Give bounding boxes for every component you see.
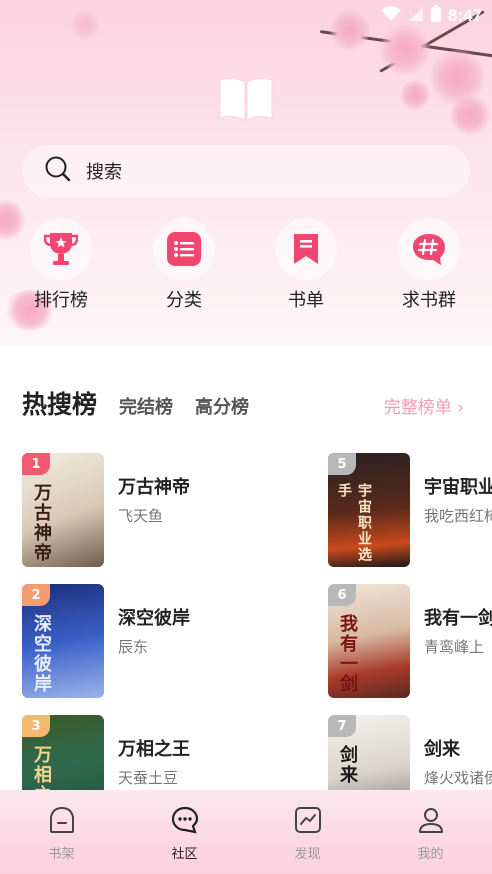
book-author: 天蚕土豆	[118, 769, 179, 787]
list-item[interactable]: 宇宙职业选手 5 宇宙职业 我吃西红柿	[328, 453, 492, 569]
nav-community[interactable]: 社区	[123, 790, 246, 874]
search-placeholder: 搜索	[86, 162, 122, 183]
quick-link-label: 书单	[288, 290, 324, 311]
bookshelf-icon	[47, 805, 77, 839]
trend-chart-icon	[293, 805, 323, 839]
search-icon	[44, 155, 72, 187]
hashtag-chat-icon	[398, 218, 460, 280]
book-cover: 深空彼岸 2	[22, 584, 104, 698]
quick-link-label: 排行榜	[34, 290, 88, 311]
clock: 8:47	[447, 6, 482, 25]
wifi-icon	[380, 6, 402, 26]
rank-badge: 1	[22, 453, 50, 475]
book-author: 辰东	[118, 638, 149, 656]
book-cover: 万古神帝 1	[22, 453, 104, 567]
book-author: 我吃西红柿	[424, 507, 492, 525]
ranking-list: 万古神帝 1 万古神帝 飞天鱼 深空彼岸 2 深空彼岸 辰东 万相之王 3 万相…	[0, 0, 492, 874]
nav-label: 我的	[417, 846, 444, 862]
rank-badge: 2	[22, 584, 50, 606]
trophy-icon	[30, 218, 92, 280]
book-title: 宇宙职业	[424, 477, 492, 498]
nav-label: 发现	[294, 846, 321, 862]
open-book-icon	[216, 74, 276, 122]
rank-badge: 6	[328, 584, 356, 606]
list-item[interactable]: 深空彼岸 2 深空彼岸 辰东	[22, 584, 322, 700]
nav-label: 社区	[171, 846, 198, 862]
quick-link-ranking[interactable]: 排行榜	[16, 218, 106, 312]
list-item[interactable]: 我有一剑 6 我有一剑 青鸾峰上	[328, 584, 492, 700]
person-icon	[416, 805, 446, 839]
quick-link-category[interactable]: 分类	[139, 218, 229, 312]
book-author: 烽火戏诸侯	[424, 769, 492, 787]
search-input[interactable]: 搜索	[22, 145, 470, 197]
nav-discover[interactable]: 发现	[246, 790, 369, 874]
quick-link-booklist[interactable]: 书单	[261, 218, 351, 312]
book-title: 万古神帝	[118, 477, 190, 498]
quick-link-book-group[interactable]: 求书群	[384, 218, 474, 312]
list-item[interactable]: 万古神帝 1 万古神帝 飞天鱼	[22, 453, 322, 569]
book-title: 深空彼岸	[118, 608, 190, 629]
battery-icon	[430, 5, 442, 27]
quick-link-label: 分类	[166, 290, 202, 311]
signal-icon	[408, 6, 424, 26]
quick-link-label: 求书群	[402, 290, 456, 311]
book-title: 万相之王	[118, 739, 190, 760]
status-bar: 8:47	[292, 0, 492, 32]
rank-badge: 7	[328, 715, 356, 737]
book-cover: 我有一剑 6	[328, 584, 410, 698]
book-title: 我有一剑	[424, 608, 492, 629]
rank-badge: 3	[22, 715, 50, 737]
book-cover: 宇宙职业选手 5	[328, 453, 410, 567]
nav-me[interactable]: 我的	[369, 790, 492, 874]
book-author: 青鸾峰上	[424, 638, 485, 656]
bottom-navigation: 书架 社区 发现 我的	[0, 790, 492, 874]
bookmark-icon	[275, 218, 337, 280]
book-author: 飞天鱼	[118, 507, 164, 525]
quick-links: 排行榜 分类 书单 求书群	[0, 218, 492, 318]
chat-bubble-icon	[170, 805, 200, 839]
nav-label: 书架	[48, 846, 75, 862]
rank-badge: 5	[328, 453, 356, 475]
nav-bookshelf[interactable]: 书架	[0, 790, 123, 874]
list-icon	[167, 232, 201, 266]
book-title: 剑来	[424, 739, 460, 760]
